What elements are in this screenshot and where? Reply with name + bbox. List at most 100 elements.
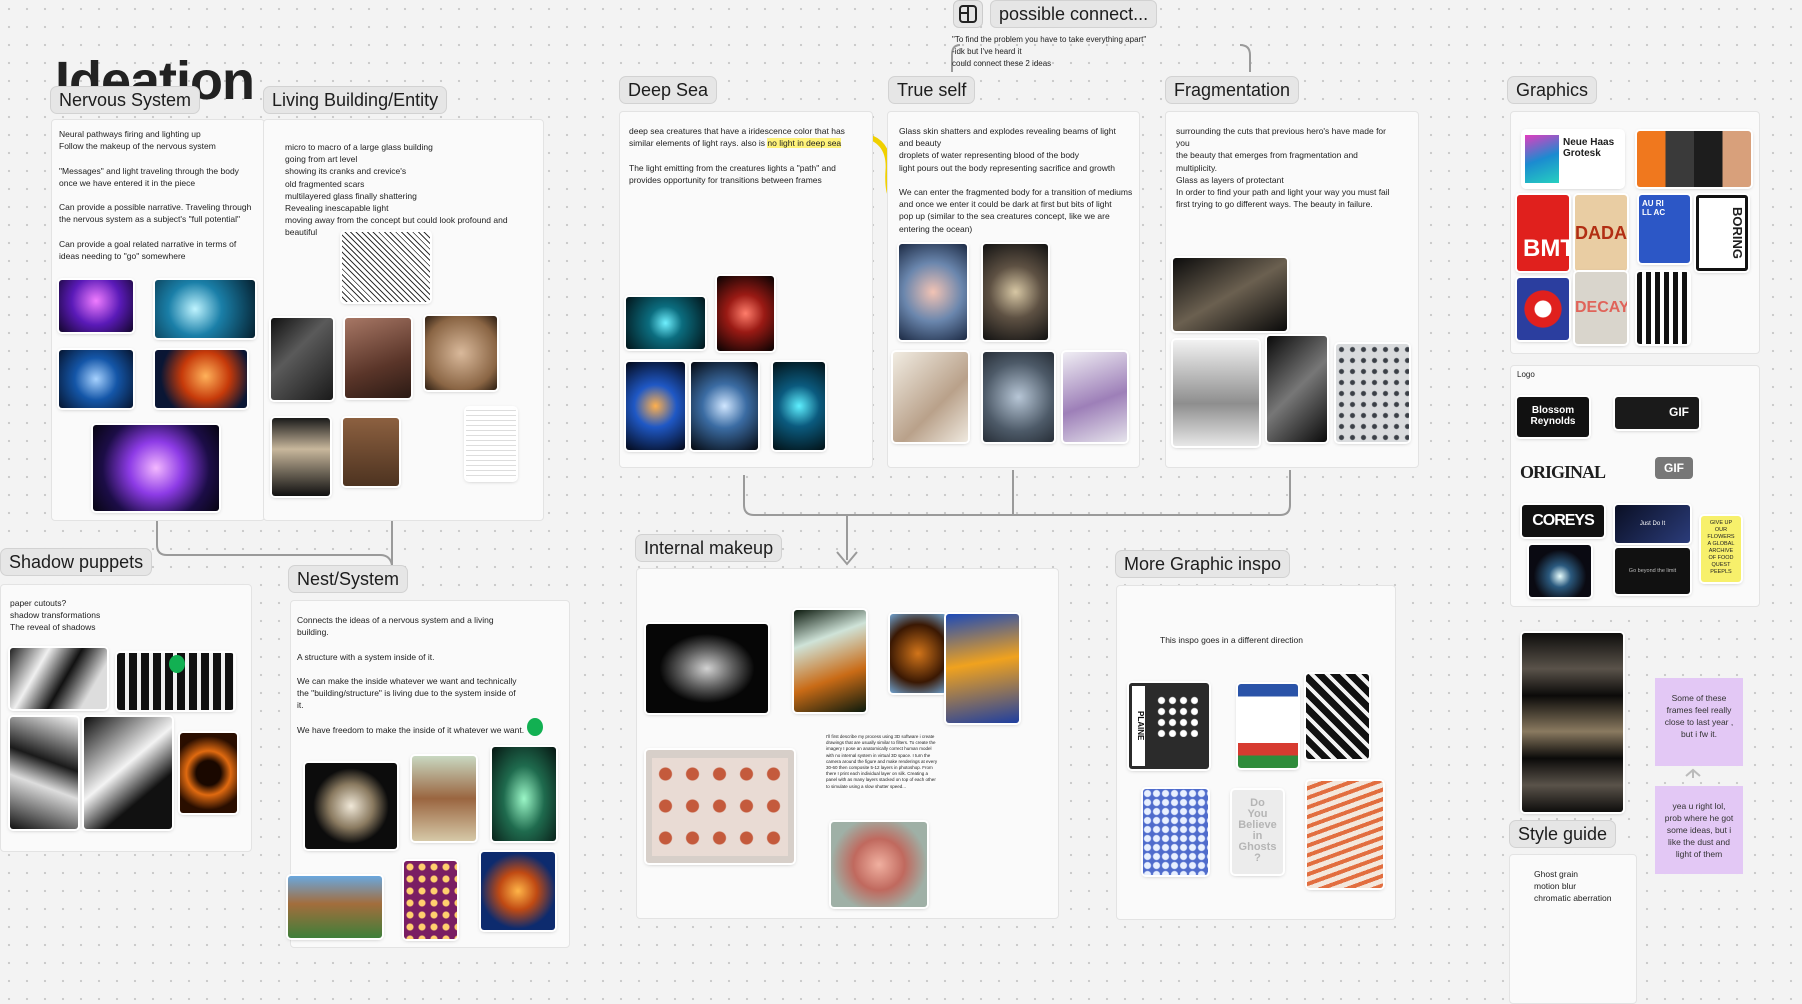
glass-structure-image[interactable] [271,318,333,400]
textured-wall-image[interactable] [345,318,411,398]
diagram-image[interactable] [466,408,516,480]
torso-sculpture-image[interactable] [893,352,968,442]
beyond-logo[interactable]: Go beyond the limit [1615,548,1690,594]
decay-poster[interactable]: DECAY [1575,272,1627,344]
fragmentation-note: surrounding the cuts that previous hero'… [1176,126,1390,210]
moth-cocoon-image[interactable] [946,614,1019,723]
orange-type-poster[interactable] [1307,781,1383,888]
nervous-system-note: Neural pathways firing and lighting up F… [59,129,252,262]
dada-poster[interactable]: DADA [1575,195,1627,271]
layout-icon [959,5,977,23]
original-logo[interactable]: ORIGINAL [1520,462,1606,483]
paper-cutout-image[interactable] [10,717,78,829]
squid-image[interactable] [691,362,758,450]
sketch-image[interactable] [342,232,430,302]
deep-sea-note: deep sea creatures that have a iridescen… [629,126,845,185]
connector-line [1013,470,1291,516]
paper-relief-image[interactable] [272,418,330,496]
glass-shard-image[interactable] [983,352,1054,442]
insects-image[interactable] [404,861,457,939]
nervous-system-label[interactable]: Nervous System [50,86,201,114]
glass-face-image[interactable] [899,244,967,340]
blue-coral-image[interactable] [773,362,825,450]
neuron-image[interactable] [59,350,133,408]
gif-badge[interactable]: GIF [1655,457,1693,479]
connector-line [1239,44,1251,72]
gif-logo[interactable]: GIF [1615,397,1699,429]
connector-line [743,470,1014,516]
sticky-note[interactable]: yea u right lol, prob where he got some … [1655,786,1743,874]
logo-title: Logo [1517,370,1535,379]
jellyfish-image[interactable] [626,362,685,450]
hands-image[interactable] [1063,352,1127,442]
style-guide-label[interactable]: Style guide [1509,820,1617,848]
true-self-note: Glass skin shatters and explodes reveali… [899,126,1133,234]
graphics-label[interactable]: Graphics [1507,76,1598,104]
sea-creature-image[interactable] [626,297,705,349]
anatomy-image[interactable] [59,280,133,332]
internal-makeup-label[interactable]: Internal makeup [635,534,783,562]
larva-image[interactable] [305,763,397,849]
blossom-logo[interactable]: Blossom Reynolds [1517,397,1589,437]
shattered-figure-image[interactable] [1173,340,1259,446]
golden-figure-image[interactable] [983,244,1048,340]
rusted-object-image[interactable] [343,418,399,486]
termite-mound-image[interactable] [412,756,476,841]
living-building-label[interactable]: Living Building/Entity [263,86,448,114]
penta-poster[interactable] [1306,674,1369,759]
glowing-cocoon-image[interactable] [492,747,556,841]
framed-art-image[interactable] [425,316,497,390]
pupa-image[interactable] [890,614,946,693]
boring-poster[interactable]: BORING [1696,195,1748,271]
embryo-closeup-image[interactable] [831,822,927,907]
layout-icon-button[interactable] [953,0,983,28]
ghost-grain-frames-image[interactable] [1522,633,1623,812]
shadow-corridor-image[interactable] [117,653,234,710]
true-self-label[interactable]: True self [888,76,976,104]
glowing-brain-image[interactable] [93,425,219,511]
colorful-poster[interactable] [1238,684,1298,768]
fragmentation-label[interactable]: Fragmentation [1165,76,1300,104]
swoosh-logo[interactable] [1529,545,1591,597]
nest-inside-image[interactable] [481,852,555,930]
ghosts-poster[interactable]: Do You Believe in Ghosts ? [1232,790,1283,874]
nest-system-label[interactable]: Nest/System [288,565,409,593]
sticky-note[interactable]: Some of these frames feel really close t… [1655,678,1743,766]
bw-type-poster[interactable] [1637,272,1689,344]
coreys-logo[interactable]: COREYS [1522,505,1604,537]
shadow-puppets-label[interactable]: Shadow puppets [0,548,153,576]
just-do-it-logo[interactable]: Just Do It [1615,505,1690,543]
living-building-note: micro to macro of a large glass building… [285,142,508,238]
light-shadow-image[interactable] [84,717,172,829]
process-caption: I'll first describe my process using 3D … [826,734,938,789]
more-graphic-label[interactable]: More Graphic inspo [1115,550,1291,578]
scream-poster[interactable]: AU RI LL AC [1639,195,1690,263]
deep-sea-label[interactable]: Deep Sea [619,76,718,104]
plaine-poster[interactable]: PLAINE [1129,683,1209,769]
brain-network-image[interactable] [155,280,255,338]
body-nerves-image[interactable] [155,350,247,408]
fire-image[interactable] [180,733,237,813]
neue-haas-poster[interactable]: Neue Haas Grotesk [1523,131,1623,187]
red-coral-image[interactable] [717,276,774,351]
red-poster[interactable]: BMT [1517,195,1569,271]
style-guide-note: Ghost grain motion blur chromatic aberra… [1534,869,1612,904]
blue-figure-poster[interactable] [1143,789,1208,875]
embryo-grid-image[interactable] [646,750,794,863]
green-dot [527,718,543,736]
bubbles-image[interactable] [1336,344,1409,442]
beetle-xray-image[interactable] [646,624,768,713]
orange-posters-image[interactable] [1637,131,1751,187]
light-beams-image[interactable] [1173,258,1287,331]
shadow-puppets-note: paper cutouts? shadow transformations Th… [10,598,101,633]
circle-poster[interactable] [1517,278,1569,340]
broken-glass-image[interactable] [1267,336,1327,442]
chrysalis-image[interactable] [794,610,866,712]
nest-system-note: Connects the ideas of a nervous system a… [297,615,525,735]
shadow-room-image[interactable] [10,648,107,709]
floating-quote: "To find the problem you have to take ev… [952,35,1147,68]
toolbar-title[interactable]: possible connect... [990,0,1158,28]
more-graphic-note: This inspo goes in a different direction [1160,635,1304,645]
flowers-archive-poster[interactable]: GIVE UP OUR FLOWERS A GLOBAL ARCHIVE OF … [1701,516,1741,582]
savanna-mound-image[interactable] [288,876,382,938]
